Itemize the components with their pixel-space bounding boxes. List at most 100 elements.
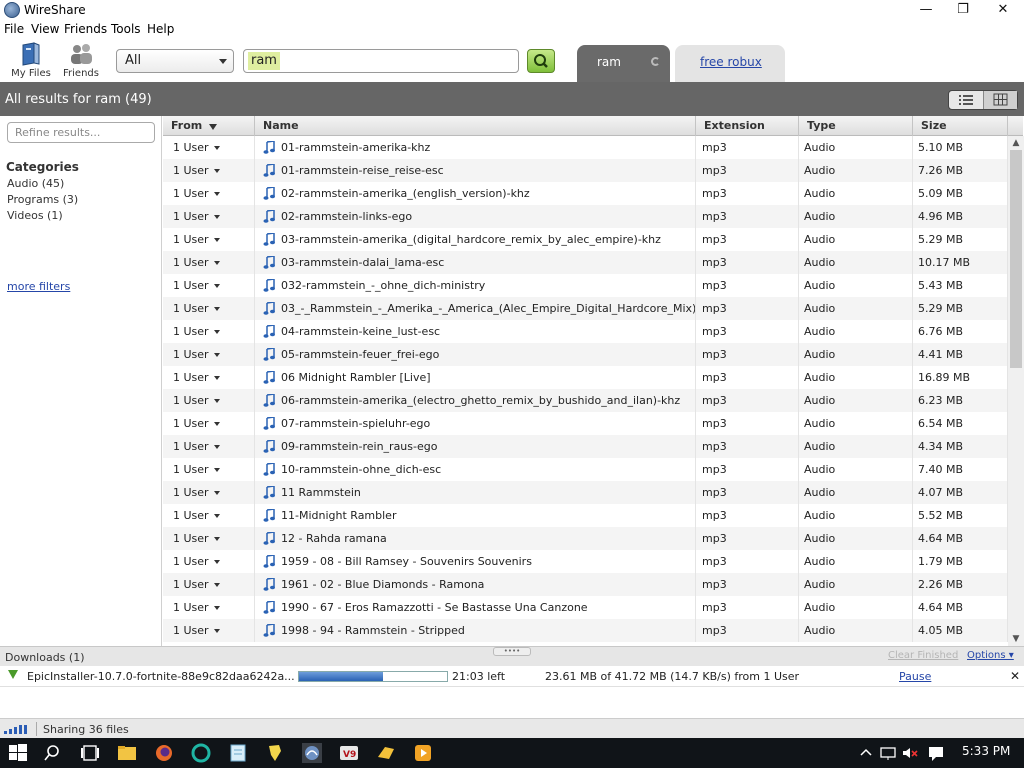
table-row[interactable]: 1 User 11-Midnight Rambler mp3 Audio 5.52 MB xyxy=(163,504,1008,527)
table-row[interactable]: 1 User 02-rammstein-amerika_(english_vers… xyxy=(163,182,1008,205)
table-row[interactable]: 1 User 1961 - 02 - Blue Diamonds - Ramona… xyxy=(163,573,1008,596)
app-icon[interactable] xyxy=(265,743,285,763)
clear-finished-link[interactable]: Clear Finished xyxy=(888,650,958,661)
my-files-button[interactable]: My Files xyxy=(9,42,53,79)
firefox-icon[interactable] xyxy=(154,743,174,763)
from-cell[interactable]: 1 User xyxy=(163,251,255,274)
category-programs[interactable]: Programs (3) xyxy=(7,193,78,206)
from-cell[interactable]: 1 User xyxy=(163,527,255,550)
from-cell[interactable]: 1 User xyxy=(163,366,255,389)
vegas-icon[interactable]: V9 xyxy=(339,743,359,763)
search-category-select[interactable]: All xyxy=(116,49,234,73)
search-input[interactable] xyxy=(243,49,519,73)
from-cell[interactable]: 1 User xyxy=(163,596,255,619)
search-tab-free-robux[interactable]: free robux xyxy=(675,45,785,82)
results-scrollbar[interactable]: ▲ ▼ xyxy=(1008,136,1024,646)
list-view-button[interactable] xyxy=(949,91,983,109)
from-cell[interactable]: 1 User xyxy=(163,274,255,297)
opera-icon[interactable] xyxy=(191,743,211,763)
scroll-down-icon[interactable]: ▼ xyxy=(1008,632,1024,646)
from-cell[interactable]: 1 User xyxy=(163,504,255,527)
from-cell[interactable]: 1 User xyxy=(163,205,255,228)
table-row[interactable]: 1 User 05-rammstein-feuer_frei-ego mp3 Audi… xyxy=(163,343,1008,366)
taskbar-search-icon[interactable] xyxy=(44,743,64,763)
close-button[interactable]: ✕ xyxy=(983,0,1023,20)
category-videos[interactable]: Videos (1) xyxy=(7,209,63,222)
volume-muted-icon[interactable] xyxy=(900,743,920,763)
file-explorer-icon[interactable] xyxy=(117,743,137,763)
menu-friends[interactable]: Friends xyxy=(64,22,107,36)
column-name[interactable]: Name xyxy=(255,116,696,136)
table-row[interactable]: 1 User 07-rammstein-spieluhr-ego mp3 Audio 6… xyxy=(163,412,1008,435)
size-cell: 16.89 MB xyxy=(913,366,1008,389)
search-tab-free-robux-label[interactable]: free robux xyxy=(700,55,762,69)
scroll-up-icon[interactable]: ▲ xyxy=(1008,136,1024,150)
network-icon[interactable] xyxy=(878,743,898,763)
download-item[interactable]: EpicInstaller-10.7.0-fortnite-88e9c82daa… xyxy=(0,666,1024,687)
table-row[interactable]: 1 User 03-rammstein-amerika_(digital_hard… xyxy=(163,228,1008,251)
table-row[interactable]: 1 User 1990 - 67 - Eros Ramazzotti - Se B… xyxy=(163,596,1008,619)
column-type[interactable]: Type xyxy=(799,116,913,136)
resize-grip-icon[interactable]: •••• xyxy=(493,647,531,656)
from-cell[interactable]: 1 User xyxy=(163,343,255,366)
from-cell[interactable]: 1 User xyxy=(163,458,255,481)
wireshare-taskbar-icon[interactable] xyxy=(302,743,322,763)
friends-button[interactable]: Friends xyxy=(62,42,100,79)
windows-start-icon[interactable] xyxy=(8,743,28,763)
more-filters-link[interactable]: more filters xyxy=(7,280,70,293)
search-button[interactable] xyxy=(527,49,555,73)
download-options-button[interactable]: Options ▾ xyxy=(967,650,1014,661)
table-row[interactable]: 1 User 03-rammstein-dalai_lama-esc mp3 Audi… xyxy=(163,251,1008,274)
from-cell[interactable]: 1 User xyxy=(163,435,255,458)
table-row[interactable]: 1 User 12 - Rahda ramana mp3 Audio 4.64 MB xyxy=(163,527,1008,550)
table-row[interactable]: 1 User 03_-_Rammstein_-_Amerika_-_America… xyxy=(163,297,1008,320)
from-cell[interactable]: 1 User xyxy=(163,182,255,205)
remove-download-icon[interactable]: ✕ xyxy=(1010,669,1020,683)
table-row[interactable]: 1 User 06-rammstein-amerika_(electro_ghet… xyxy=(163,389,1008,412)
from-cell[interactable]: 1 User xyxy=(163,297,255,320)
menu-file[interactable]: File xyxy=(4,22,24,36)
pause-download-link[interactable]: Pause xyxy=(899,670,931,683)
from-cell[interactable]: 1 User xyxy=(163,320,255,343)
action-center-icon[interactable] xyxy=(926,743,946,763)
task-view-icon[interactable] xyxy=(80,743,100,763)
column-size[interactable]: Size xyxy=(913,116,1008,136)
from-cell[interactable]: 1 User xyxy=(163,136,255,159)
table-row[interactable]: 1 User 032-rammstein_-_ohne_dich-ministry… xyxy=(163,274,1008,297)
from-cell[interactable]: 1 User xyxy=(163,389,255,412)
table-row[interactable]: 1 User 11 Rammstein mp3 Audio 4.07 MB xyxy=(163,481,1008,504)
table-row[interactable]: 1 User 04-rammstein-keine_lust-esc mp3 Audi… xyxy=(163,320,1008,343)
menu-tools[interactable]: Tools xyxy=(111,22,141,36)
column-extension[interactable]: Extension xyxy=(696,116,799,136)
from-cell[interactable]: 1 User xyxy=(163,228,255,251)
from-cell[interactable]: 1 User xyxy=(163,573,255,596)
search-tab-ram[interactable]: ram xyxy=(577,45,670,82)
table-row[interactable]: 1 User 01-rammstein-reise_reise-esc mp3 Aud… xyxy=(163,159,1008,182)
refine-results-input[interactable]: Refine results... xyxy=(7,122,155,143)
show-hidden-icons-icon[interactable] xyxy=(856,743,876,763)
paint-icon[interactable] xyxy=(376,743,396,763)
menu-view[interactable]: View xyxy=(31,22,59,36)
media-player-icon[interactable] xyxy=(413,743,433,763)
category-audio[interactable]: Audio (45) xyxy=(7,177,64,190)
menu-help[interactable]: Help xyxy=(147,22,174,36)
scrollbar-thumb[interactable] xyxy=(1010,150,1022,368)
table-row[interactable]: 1 User 1959 - 08 - Bill Ramsey - Souvenir… xyxy=(163,550,1008,573)
maximize-button[interactable]: ❐ xyxy=(943,0,983,20)
table-row[interactable]: 1 User 06 Midnight Rambler [Live] mp3 Audio… xyxy=(163,366,1008,389)
from-cell[interactable]: 1 User xyxy=(163,619,255,642)
column-from[interactable]: From xyxy=(163,116,255,136)
table-row[interactable]: 1 User 10-rammstein-ohne_dich-esc mp3 Audio… xyxy=(163,458,1008,481)
from-cell[interactable]: 1 User xyxy=(163,481,255,504)
from-cell[interactable]: 1 User xyxy=(163,159,255,182)
from-cell[interactable]: 1 User xyxy=(163,412,255,435)
notepad-icon[interactable] xyxy=(228,743,248,763)
table-row[interactable]: 1 User 02-rammstein-links-ego mp3 Audio 4.96… xyxy=(163,205,1008,228)
table-row[interactable]: 1 User 01-rammstein-amerika-khz mp3 Audio 5.… xyxy=(163,136,1008,159)
table-row[interactable]: 1 User 09-rammstein-rein_raus-ego mp3 Audio… xyxy=(163,435,1008,458)
table-view-button[interactable] xyxy=(983,91,1017,109)
taskbar-clock[interactable]: 5:33 PM xyxy=(962,744,1010,758)
minimize-button[interactable]: — xyxy=(906,0,946,20)
from-cell[interactable]: 1 User xyxy=(163,550,255,573)
table-row[interactable]: 1 User 1998 - 94 - Rammstein - Stripped mp… xyxy=(163,619,1008,642)
